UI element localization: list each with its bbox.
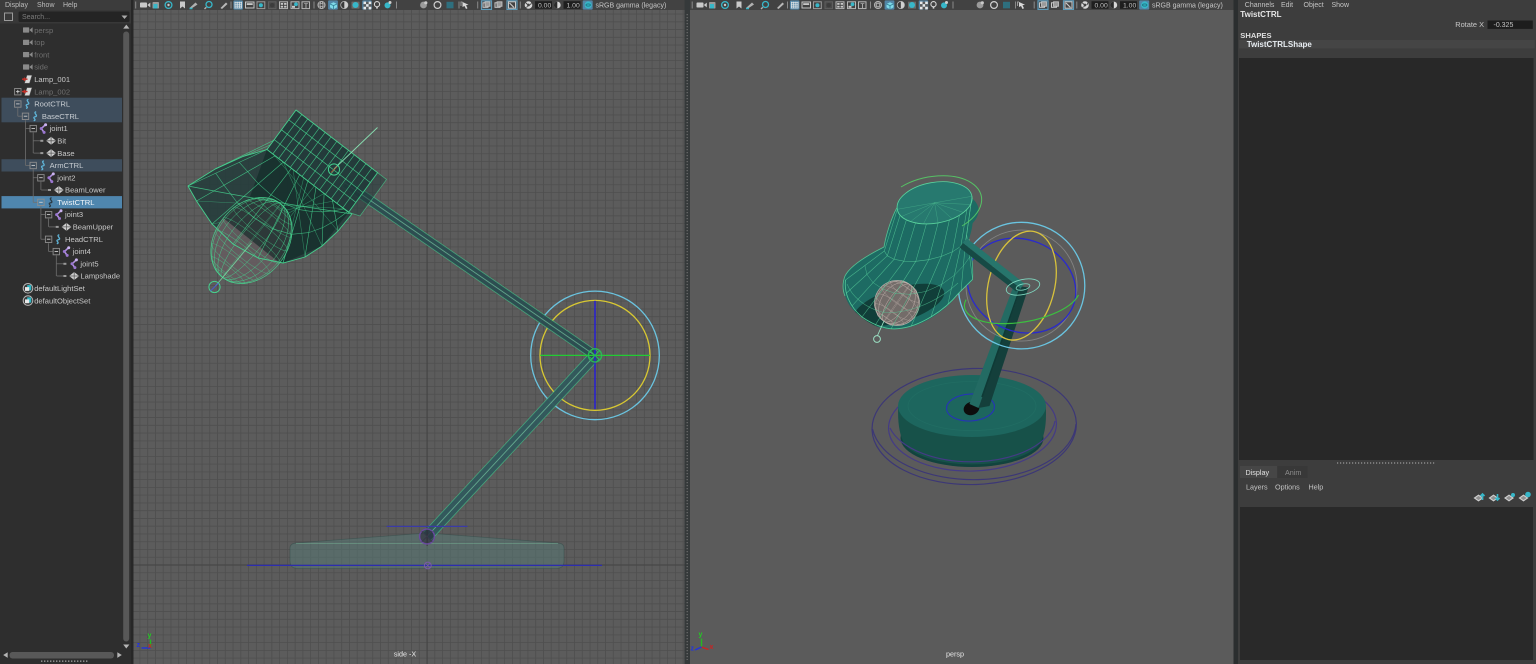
svg-text:defaultObjectSet: defaultObjectSet	[34, 296, 91, 305]
svg-text:front: front	[34, 50, 50, 59]
svg-text:Object: Object	[1304, 2, 1324, 9]
svg-text:BaseCTRL: BaseCTRL	[42, 112, 79, 121]
svg-text:TwistCTRL: TwistCTRL	[57, 198, 94, 207]
svg-text:joint1: joint1	[49, 124, 68, 133]
svg-text:persp: persp	[946, 650, 964, 659]
svg-text:Lampshade: Lampshade	[80, 272, 120, 281]
svg-text:side: side	[34, 63, 48, 72]
svg-text:Display: Display	[5, 2, 28, 9]
svg-text:Show: Show	[1332, 2, 1350, 9]
svg-text:0.00: 0.00	[538, 2, 551, 9]
svg-text:Base: Base	[57, 149, 74, 158]
svg-text:Rotate X: Rotate X	[1455, 20, 1484, 29]
svg-text:Help: Help	[1309, 483, 1324, 492]
svg-text:0.00: 0.00	[1095, 2, 1108, 9]
svg-text:z: z	[691, 646, 695, 653]
svg-text:y: y	[699, 632, 703, 639]
svg-text:BeamLower: BeamLower	[65, 186, 106, 195]
svg-text:-0.325: -0.325	[1494, 22, 1514, 29]
svg-text:x: x	[148, 643, 152, 650]
svg-text:TwistCTRL: TwistCTRL	[1240, 10, 1281, 19]
svg-text:Layers: Layers	[1246, 483, 1268, 492]
svg-text:top: top	[34, 38, 45, 47]
svg-text:Edit: Edit	[1281, 2, 1293, 9]
svg-text:Help: Help	[63, 2, 78, 9]
svg-text:HeadCTRL: HeadCTRL	[65, 235, 103, 244]
svg-text:Lamp_002: Lamp_002	[34, 87, 70, 96]
svg-text:z: z	[137, 642, 141, 649]
svg-text:Options: Options	[1275, 483, 1300, 492]
svg-text:RootCTRL: RootCTRL	[34, 100, 70, 109]
svg-text:joint3: joint3	[64, 210, 83, 219]
svg-text:y: y	[148, 633, 152, 640]
svg-text:joint2: joint2	[56, 173, 75, 182]
svg-text:Channels: Channels	[1245, 2, 1275, 9]
svg-text:Bit: Bit	[57, 136, 67, 145]
svg-text:TwistCTRLShape: TwistCTRLShape	[1247, 40, 1313, 49]
svg-text:Anim: Anim	[1285, 468, 1301, 477]
svg-text:1.00: 1.00	[567, 2, 580, 9]
svg-text:ArmCTRL: ArmCTRL	[50, 161, 84, 170]
svg-text:Search...: Search...	[22, 14, 50, 21]
svg-text:BeamUpper: BeamUpper	[73, 223, 114, 232]
svg-text:1.00: 1.00	[1123, 2, 1136, 9]
svg-text:side -X: side -X	[394, 650, 417, 659]
svg-text:Lamp_001: Lamp_001	[34, 75, 70, 84]
svg-text:defaultLightSet: defaultLightSet	[34, 284, 86, 293]
svg-text:Display: Display	[1246, 468, 1270, 477]
svg-text:x: x	[710, 644, 714, 651]
svg-text:T: T	[861, 3, 865, 10]
svg-text:Show: Show	[37, 2, 55, 9]
svg-text:joint4: joint4	[72, 247, 91, 256]
svg-text:SHAPES: SHAPES	[1240, 31, 1271, 40]
svg-text:sRGB gamma (legacy): sRGB gamma (legacy)	[1152, 2, 1223, 9]
svg-text:sRGB gamma (legacy): sRGB gamma (legacy)	[596, 2, 667, 9]
svg-text:persp: persp	[34, 26, 53, 35]
svg-text:T: T	[304, 3, 308, 10]
svg-text:joint5: joint5	[79, 259, 98, 268]
